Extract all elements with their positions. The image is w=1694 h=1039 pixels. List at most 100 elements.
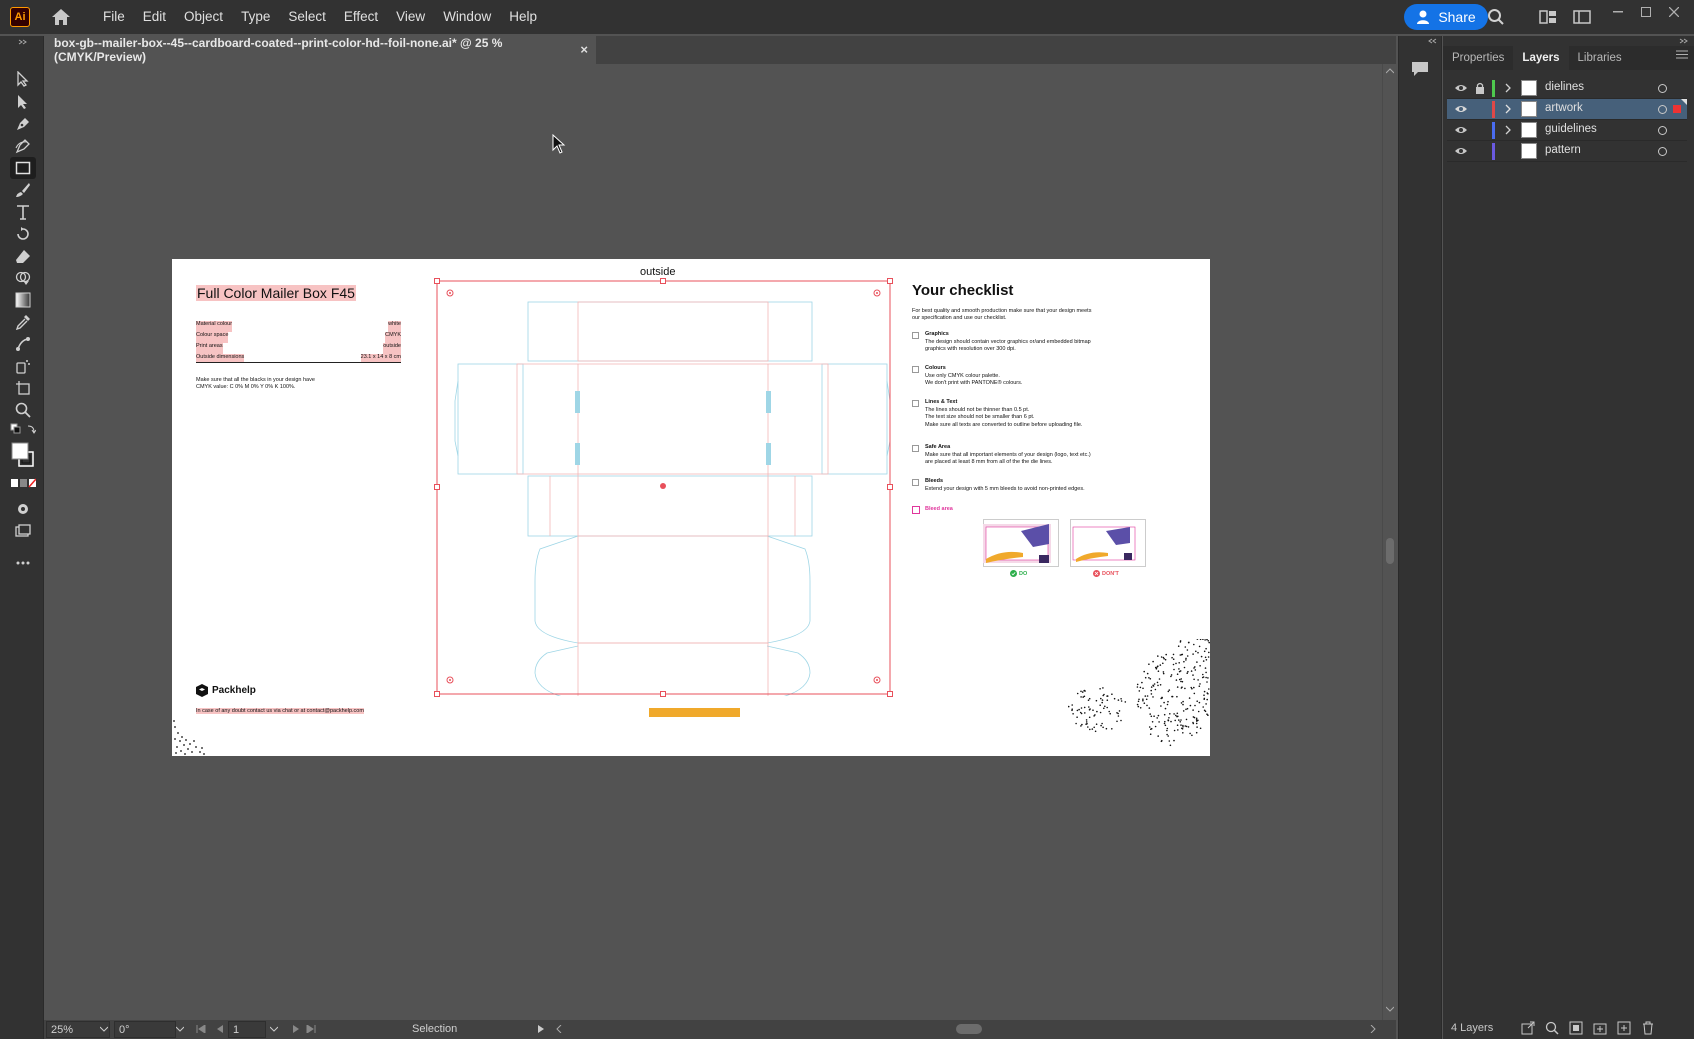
tab-properties[interactable]: Properties xyxy=(1443,46,1513,70)
artboard-dropdown-icon[interactable] xyxy=(270,1026,278,1032)
layer-name[interactable]: guidelines xyxy=(1545,123,1597,135)
toolbar-collapse-icon[interactable] xyxy=(10,36,36,48)
bleed-checkbox[interactable] xyxy=(912,506,920,514)
menu-effect[interactable]: Effect xyxy=(335,0,387,34)
menu-select[interactable]: Select xyxy=(279,0,335,34)
checklist-checkbox[interactable] xyxy=(912,479,919,486)
arrange-documents-icon[interactable] xyxy=(1538,7,1558,27)
screen-mode-icon[interactable] xyxy=(10,520,36,542)
type-tool-icon[interactable] xyxy=(10,201,36,223)
close-window-icon[interactable] xyxy=(1663,4,1685,20)
layer-row-artwork[interactable]: artwork xyxy=(1447,99,1687,120)
layer-target-icon[interactable] xyxy=(1658,84,1667,93)
rectangle-tool-icon[interactable] xyxy=(10,157,36,179)
panel-menu-icon[interactable] xyxy=(1676,50,1688,59)
artboard[interactable]: Full Color Mailer Box F45 Material colou… xyxy=(172,259,1210,756)
scroll-left-icon[interactable] xyxy=(556,1025,562,1033)
edit-toolbar-icon[interactable] xyxy=(10,552,36,574)
curvature-tool-icon[interactable] xyxy=(10,135,36,157)
lock-icon[interactable] xyxy=(1475,82,1485,94)
create-layer-icon[interactable] xyxy=(1617,1021,1631,1035)
artboard-number-field[interactable]: 1 xyxy=(228,1021,266,1038)
layer-target-icon[interactable] xyxy=(1658,105,1667,114)
puppet-warp-tool-icon[interactable] xyxy=(10,333,36,355)
artboard-tool-icon[interactable] xyxy=(10,377,36,399)
layer-name[interactable]: pattern xyxy=(1545,144,1581,156)
first-artboard-icon[interactable] xyxy=(196,1025,206,1033)
home-icon[interactable] xyxy=(50,6,72,28)
layer-name[interactable]: artwork xyxy=(1545,102,1583,114)
maximize-icon[interactable] xyxy=(1635,4,1657,20)
share-button[interactable]: Share xyxy=(1404,4,1488,30)
menu-file[interactable]: File xyxy=(94,0,134,34)
color-mode-icons[interactable] xyxy=(10,476,36,490)
expand-chevron-icon[interactable] xyxy=(1503,103,1513,115)
document-tab[interactable]: box-gb--mailer-box--45--cardboard-coated… xyxy=(44,36,596,64)
search-icon[interactable] xyxy=(1486,7,1506,27)
status-menu-icon[interactable] xyxy=(538,1025,544,1033)
scroll-right-icon[interactable] xyxy=(1370,1025,1376,1033)
horizontal-scroll-thumb[interactable] xyxy=(956,1024,982,1034)
menu-edit[interactable]: Edit xyxy=(134,0,175,34)
eraser-tool-icon[interactable] xyxy=(10,245,36,267)
layer-target-icon[interactable] xyxy=(1658,126,1667,135)
default-colors-icon[interactable] xyxy=(10,422,36,436)
tab-libraries[interactable]: Libraries xyxy=(1569,46,1631,70)
expand-chevron-icon[interactable] xyxy=(1503,124,1513,136)
layer-row-dielines[interactable]: dielines xyxy=(1447,78,1687,99)
scroll-down-icon[interactable] xyxy=(1386,1006,1394,1012)
rotate-tool-icon[interactable] xyxy=(10,223,36,245)
zoom-tool-icon[interactable] xyxy=(10,399,36,421)
locate-object-icon[interactable] xyxy=(1545,1021,1559,1035)
last-artboard-icon[interactable] xyxy=(306,1025,316,1033)
symbol-sprayer-tool-icon[interactable] xyxy=(10,355,36,377)
layer-name[interactable]: dielines xyxy=(1545,81,1584,93)
vertical-scroll-thumb[interactable] xyxy=(1386,538,1394,564)
checklist-checkbox[interactable] xyxy=(912,445,919,452)
zoom-dropdown-icon[interactable] xyxy=(100,1026,108,1032)
delete-layer-icon[interactable] xyxy=(1641,1021,1655,1035)
vertical-scrollbar[interactable] xyxy=(1382,64,1396,1020)
visibility-eye-icon[interactable] xyxy=(1455,125,1467,135)
visibility-eye-icon[interactable] xyxy=(1455,104,1467,114)
make-clipping-mask-icon[interactable] xyxy=(1569,1021,1583,1035)
selection-bounding-box[interactable] xyxy=(434,277,896,697)
rotation-dropdown-icon[interactable] xyxy=(176,1026,184,1032)
visibility-eye-icon[interactable] xyxy=(1455,146,1467,156)
menu-object[interactable]: Object xyxy=(175,0,232,34)
close-tab-icon[interactable]: × xyxy=(580,42,588,57)
comments-icon[interactable] xyxy=(1410,60,1430,78)
menu-type[interactable]: Type xyxy=(232,0,279,34)
export-for-screens-icon[interactable] xyxy=(1521,1021,1535,1035)
checklist-checkbox[interactable] xyxy=(912,332,919,339)
checklist-checkbox[interactable] xyxy=(912,400,919,407)
selected-art-indicator[interactable] xyxy=(1673,105,1681,113)
previous-artboard-icon[interactable] xyxy=(216,1025,224,1033)
selection-tool-icon[interactable] xyxy=(10,68,36,90)
menu-help[interactable]: Help xyxy=(500,0,546,34)
drawing-modes-icon[interactable] xyxy=(10,497,36,519)
fill-stroke-swatches[interactable] xyxy=(10,440,36,470)
eyedropper-tool-icon[interactable] xyxy=(10,311,36,333)
layer-row-pattern[interactable]: pattern xyxy=(1447,141,1687,162)
rotation-field[interactable]: 0° xyxy=(114,1021,176,1038)
next-artboard-icon[interactable] xyxy=(292,1025,300,1033)
paintbrush-tool-icon[interactable] xyxy=(10,179,36,201)
workspace-switcher-icon[interactable] xyxy=(1572,7,1592,27)
menu-window[interactable]: Window xyxy=(434,0,500,34)
checklist-checkbox[interactable] xyxy=(912,366,919,373)
collapse-dock-icon[interactable] xyxy=(1427,38,1437,44)
pen-tool-icon[interactable] xyxy=(10,113,36,135)
gradient-tool-icon[interactable] xyxy=(10,289,36,311)
scroll-up-icon[interactable] xyxy=(1386,68,1394,74)
expand-panel-icon[interactable] xyxy=(1679,38,1689,44)
canvas-area[interactable]: Full Color Mailer Box F45 Material colou… xyxy=(44,64,1382,1020)
expand-chevron-icon[interactable] xyxy=(1503,82,1513,94)
layer-row-guidelines[interactable]: guidelines xyxy=(1447,120,1687,141)
direct-selection-tool-icon[interactable] xyxy=(10,91,36,113)
layer-target-icon[interactable] xyxy=(1658,147,1667,156)
minimize-icon[interactable] xyxy=(1607,4,1629,20)
shape-builder-tool-icon[interactable] xyxy=(10,267,36,289)
create-sublayer-icon[interactable] xyxy=(1593,1021,1607,1035)
visibility-eye-icon[interactable] xyxy=(1455,83,1467,93)
